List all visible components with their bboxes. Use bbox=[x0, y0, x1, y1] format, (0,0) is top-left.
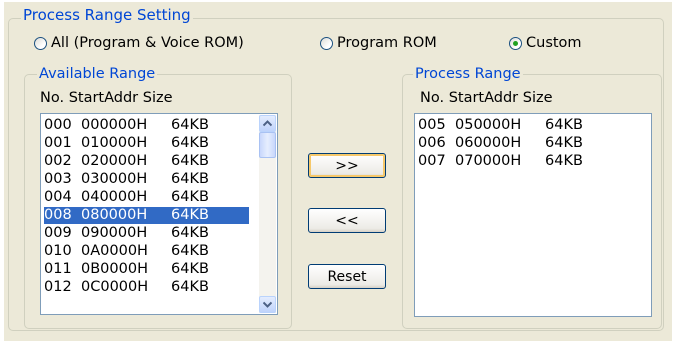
process-row-no: 006 bbox=[418, 135, 446, 151]
remove-from-process-button[interactable]: << bbox=[308, 208, 386, 233]
available-row[interactable]: 000 000000H 64KB bbox=[44, 117, 209, 134]
available-row-size: 64KB bbox=[171, 243, 209, 259]
available-row-size: 64KB bbox=[171, 117, 209, 133]
process-header-startaddr: StartAddr bbox=[448, 90, 519, 106]
process-row-size: 64KB bbox=[545, 153, 583, 169]
available-row[interactable]: 008 080000H 64KB bbox=[43, 206, 250, 225]
available-list-scrollbar[interactable] bbox=[259, 115, 276, 313]
available-row-no: 002 bbox=[44, 153, 72, 169]
process-row-size: 64KB bbox=[545, 117, 583, 133]
scroll-up-arrow-icon[interactable] bbox=[259, 115, 276, 132]
scrollbar-thumb[interactable] bbox=[259, 132, 276, 158]
process-header-size: Size bbox=[522, 90, 553, 106]
radio-custom-circle[interactable] bbox=[509, 36, 522, 50]
available-row-size: 64KB bbox=[171, 171, 209, 187]
process-header: No. StartAddr Size bbox=[420, 89, 553, 107]
available-row-addr: 030000H bbox=[81, 171, 148, 187]
process-row-size: 64KB bbox=[545, 135, 583, 151]
process-row-no: 005 bbox=[418, 117, 446, 133]
radio-all-label: All (Program & Voice ROM) bbox=[51, 35, 244, 51]
process-header-no: No. bbox=[420, 90, 445, 106]
available-row-addr: 0A0000H bbox=[81, 243, 148, 259]
available-row-addr: 040000H bbox=[81, 189, 148, 205]
available-row-no: 000 bbox=[44, 117, 72, 133]
available-header-size: Size bbox=[142, 90, 173, 106]
available-row[interactable]: 001 010000H 64KB bbox=[44, 135, 209, 152]
available-row-no: 012 bbox=[44, 279, 72, 295]
process-row[interactable]: 006 060000H 64KB bbox=[418, 135, 583, 152]
available-range-title: Available Range bbox=[37, 65, 158, 83]
process-row-addr: 060000H bbox=[455, 135, 522, 151]
available-row-size: 64KB bbox=[171, 135, 209, 151]
available-header: No. StartAddr Size bbox=[40, 89, 173, 107]
process-row-addr: 070000H bbox=[455, 153, 522, 169]
available-row[interactable]: 002 020000H 64KB bbox=[44, 153, 209, 170]
available-row[interactable]: 010 0A0000H 64KB bbox=[44, 243, 209, 260]
available-row-size: 64KB bbox=[171, 225, 209, 241]
available-range-list[interactable]: 000 000000H 64KB 001 010000H 64KB 002 020000H 64… bbox=[40, 113, 278, 315]
process-range-title: Process Range bbox=[413, 65, 523, 83]
available-row-addr: 0C0000H bbox=[81, 279, 149, 295]
process-row-addr: 050000H bbox=[455, 117, 522, 133]
available-row-no: 001 bbox=[44, 135, 72, 151]
group-title: Process Range Setting bbox=[21, 6, 193, 24]
scroll-down-arrow-icon[interactable] bbox=[259, 296, 276, 313]
add-to-process-button[interactable]: >> bbox=[308, 153, 386, 178]
radio-all-circle[interactable] bbox=[34, 36, 47, 50]
available-row[interactable]: 009 090000H 64KB bbox=[44, 225, 209, 242]
radio-program-rom-circle[interactable] bbox=[320, 36, 333, 50]
reset-button[interactable]: Reset bbox=[308, 264, 386, 289]
available-row[interactable]: 003 030000H 64KB bbox=[44, 171, 209, 188]
process-row[interactable]: 007 070000H 64KB bbox=[418, 153, 583, 170]
available-header-startaddr: StartAddr bbox=[68, 90, 139, 106]
process-row[interactable]: 005 050000H 64KB bbox=[418, 117, 583, 134]
available-row-size: 64KB bbox=[171, 261, 209, 277]
available-row[interactable]: 012 0C0000H 64KB bbox=[44, 279, 209, 296]
available-row-size: 64KB bbox=[171, 153, 209, 169]
available-row-addr: 090000H bbox=[81, 225, 148, 241]
available-row-no: 010 bbox=[44, 243, 72, 259]
available-row-addr: 000000H bbox=[81, 117, 148, 133]
available-row-addr: 010000H bbox=[81, 135, 148, 151]
radio-all-option[interactable]: All (Program & Voice ROM) bbox=[34, 34, 244, 52]
radio-custom-label: Custom bbox=[526, 35, 582, 51]
available-row[interactable]: 004 040000H 64KB bbox=[44, 189, 209, 206]
process-range-list[interactable]: 005 050000H 64KB 006 060000H 64KB 007 070000H 64… bbox=[414, 113, 652, 317]
available-row-no: 011 bbox=[44, 261, 72, 277]
radio-program-rom-label: Program ROM bbox=[337, 35, 437, 51]
available-row-addr: 080000H bbox=[81, 207, 148, 223]
available-row-no: 008 bbox=[44, 207, 72, 223]
available-row[interactable]: 011 0B0000H 64KB bbox=[44, 261, 209, 278]
radio-program-rom-option[interactable]: Program ROM bbox=[320, 34, 437, 52]
process-row-no: 007 bbox=[418, 153, 446, 169]
available-row-no: 003 bbox=[44, 171, 72, 187]
available-row-addr: 020000H bbox=[81, 153, 148, 169]
available-row-no: 009 bbox=[44, 225, 72, 241]
available-row-no: 004 bbox=[44, 189, 72, 205]
radio-custom-option[interactable]: Custom bbox=[509, 34, 582, 52]
available-row-size: 64KB bbox=[171, 189, 209, 205]
available-row-addr: 0B0000H bbox=[81, 261, 148, 277]
available-row-size: 64KB bbox=[171, 279, 209, 295]
available-header-no: No. bbox=[40, 90, 65, 106]
available-row-size: 64KB bbox=[171, 207, 209, 223]
